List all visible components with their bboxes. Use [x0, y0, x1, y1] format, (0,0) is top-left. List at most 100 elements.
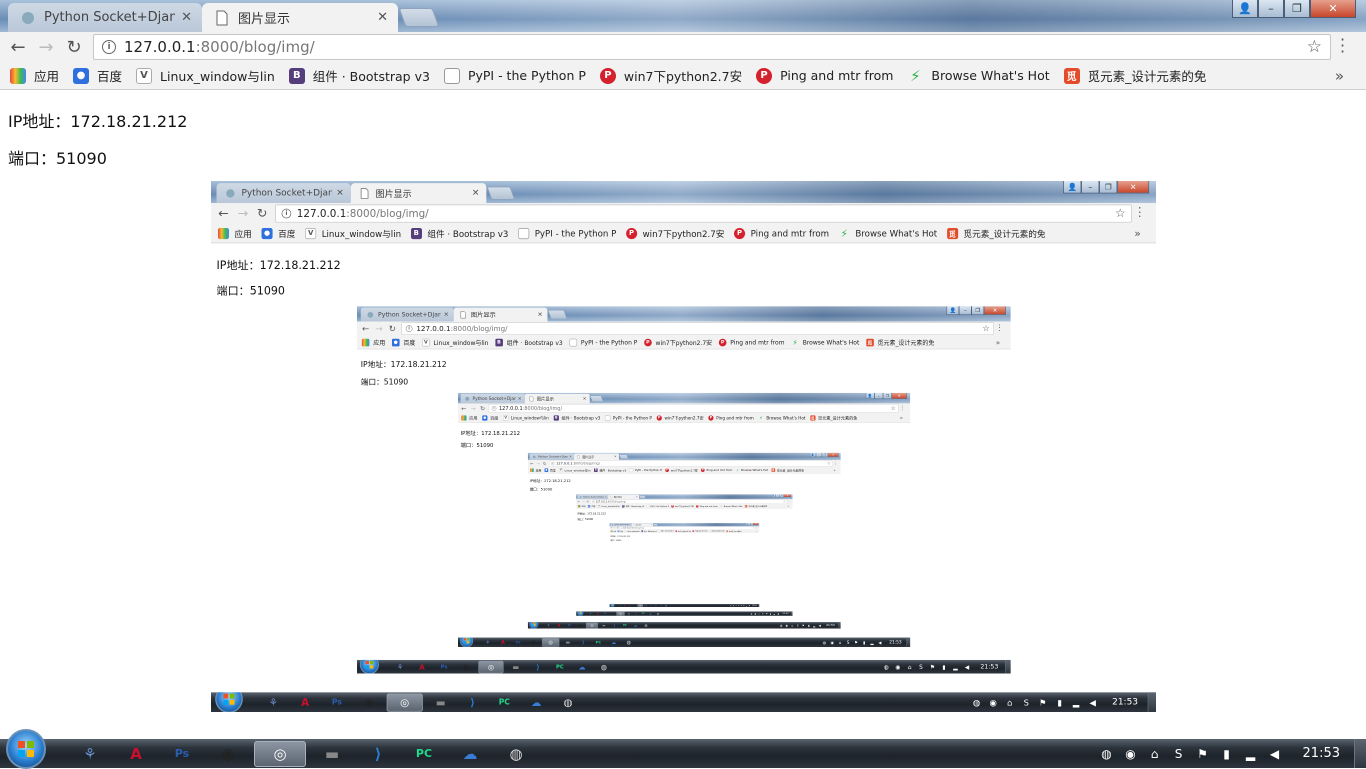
- bookmark-bootstrap: B 组件 · Bootstrap v3: [495, 337, 563, 348]
- bookmark-star-icon: ☆: [783, 500, 786, 504]
- globe-icon: ◍: [884, 663, 890, 671]
- media-icon[interactable]: ◍: [496, 741, 536, 767]
- flag-icon[interactable]: ⚑: [1193, 744, 1213, 764]
- terminal-icon: ▬: [565, 639, 571, 646]
- forward-arrow-icon[interactable]: →: [32, 33, 60, 61]
- bookmark-label: Browse What's Hot: [802, 338, 860, 346]
- bookmark-linux-window[interactable]: V Linux_window与lin: [136, 65, 275, 87]
- bookmark-label: 组件 · Bootstrap v3: [312, 69, 430, 84]
- new-tab-button[interactable]: [398, 8, 440, 27]
- tab-python-socket[interactable]: Python Socket+Django ✕: [8, 3, 202, 32]
- bookmark-baidu[interactable]: ● 百度: [73, 65, 122, 87]
- bookmark-label: Linux_window与lin: [564, 468, 591, 473]
- start-button[interactable]: [6, 728, 46, 769]
- bookmark-mi-yuansu: 觅 觅元素_设计元素的免: [946, 226, 1046, 241]
- baidu-netdisk-icon[interactable]: ☁: [450, 741, 490, 767]
- chrome-icon: ◎: [386, 693, 423, 712]
- tab-close-icon[interactable]: ✕: [181, 10, 192, 25]
- vscode-icon[interactable]: ⟩: [358, 741, 398, 767]
- tab-title: 图片显示: [536, 396, 554, 402]
- page-icon: [658, 530, 660, 533]
- bookmark-linux-window: V Linux_window与lin: [305, 226, 401, 241]
- volume-icon[interactable]: ◀: [1265, 744, 1285, 764]
- minimize-button[interactable]: –: [1258, 0, 1284, 18]
- system-tray: ◍ ◉ ⌂ S ⚑ ▮ ▂ ◀ 21:53: [881, 659, 1011, 674]
- bookmark-label: 组件 · Bootstrap v3: [599, 468, 627, 473]
- photoshop-icon[interactable]: Ps: [162, 741, 202, 767]
- volume-icon: ◀: [1089, 697, 1096, 708]
- bookmark-ping-mtr[interactable]: P Ping and mtr from: [756, 65, 893, 87]
- bookmark-bootstrap[interactable]: B 组件 · Bootstrap v3: [288, 65, 430, 87]
- tray-icons: ◍ ◉ ⌂ S ⚑ ▮ ▂ ◀: [968, 695, 1101, 709]
- acrobat-icon[interactable]: A: [116, 741, 156, 767]
- bookmark-baidu: ● 百度: [261, 226, 295, 241]
- bookmark-label: 百度: [403, 339, 416, 347]
- media-icon: ◍: [665, 604, 667, 607]
- bookmark-page-icon: V: [597, 504, 601, 508]
- info-icon: i: [281, 208, 292, 219]
- info-icon: i: [405, 325, 413, 333]
- chrome-icon[interactable]: ◎: [254, 740, 306, 767]
- mi-icon: 觅: [744, 504, 748, 508]
- clock[interactable]: 21:53: [1303, 746, 1340, 761]
- globe-icon[interactable]: ◍: [1097, 744, 1117, 764]
- show-desktop-button[interactable]: [1354, 739, 1366, 768]
- terminal-icon[interactable]: ▬: [312, 741, 352, 767]
- show-desktop-button: [1147, 692, 1156, 712]
- info-icon[interactable]: i: [102, 40, 116, 54]
- people-icon: ⚘: [396, 662, 404, 672]
- bookmark-apps[interactable]: 应用: [10, 65, 59, 87]
- pycharm-icon[interactable]: PC: [404, 741, 444, 767]
- user-icon[interactable]: 👤: [1232, 0, 1258, 18]
- menu-dots-icon: · · ·: [901, 402, 904, 414]
- maximize-button[interactable]: ❐: [1284, 0, 1310, 18]
- bookmark-label: 觅元素_设计元素的免: [776, 468, 805, 473]
- page-icon: [629, 468, 634, 472]
- chrome-icon: ◎: [478, 660, 504, 674]
- bookmark-pypi[interactable]: PyPI - the Python P: [443, 65, 586, 87]
- bookmark-mi-yuansu[interactable]: 觅 觅元素_设计元素的免: [1063, 65, 1206, 87]
- menu-dots-icon: · · ·: [788, 498, 790, 504]
- network-icon[interactable]: ⌂: [1145, 744, 1165, 764]
- menu-dots-icon[interactable]: · · ·: [1340, 32, 1345, 60]
- bookmark-win7-python[interactable]: P win7下python2.7安: [599, 65, 742, 87]
- bookmark-label: 觅元素_设计元素的免: [877, 339, 935, 347]
- info-icon: i: [551, 461, 555, 466]
- show-desktop-button: [757, 603, 760, 608]
- qq-tray-icon[interactable]: ◉: [1121, 744, 1141, 764]
- p-icon: P: [626, 227, 638, 239]
- address-bar[interactable]: i 127.0.0.1:8000/blog/img/ ☆: [93, 34, 1331, 60]
- bookmark-label: Linux_window与lin: [433, 339, 489, 347]
- nested-screenshot-image: [633, 543, 737, 601]
- close-button[interactable]: ✕: [1310, 0, 1356, 18]
- bookmarks-overflow-icon[interactable]: »: [1335, 67, 1344, 85]
- address-bar: i 127.0.0.1:8000/blog/img/ ☆: [549, 460, 833, 467]
- sogou-icon[interactable]: S: [1169, 744, 1189, 764]
- signal-icon[interactable]: ▂: [1241, 744, 1261, 764]
- info-icon: i: [592, 500, 595, 503]
- url-host: 127.0.0.1: [124, 38, 196, 56]
- reload-icon[interactable]: ↻: [60, 33, 88, 61]
- tab-close-icon: ✕: [650, 524, 653, 526]
- flag-icon: ⚑: [802, 623, 805, 627]
- browser-toolbar: ← → ↻ i 127.0.0.1:8000/blog/img/ ☆ · · ·: [356, 321, 1011, 336]
- tab-image-display[interactable]: 图片显示 ✕: [202, 3, 398, 32]
- info-icon: i: [620, 527, 623, 529]
- tab-close-icon[interactable]: ✕: [377, 10, 388, 25]
- bookmark-label: 应用: [234, 228, 252, 240]
- recursive-screenshot: Python Socket+Django ✕ 图片显示 ✕ 👤 – ❐ ✕ ← …: [211, 181, 1156, 712]
- page-icon: [604, 415, 611, 421]
- mi-icon: 觅: [810, 415, 816, 421]
- back-arrow-icon[interactable]: ←: [4, 33, 32, 61]
- qq-icon[interactable]: ◉: [208, 741, 248, 767]
- nested-screen-level: Python Socket+Django ✕ 图片显示 ✕ 👤 – ❐ ✕ ← …: [576, 494, 793, 616]
- bootstrap-icon: B: [593, 468, 598, 472]
- bookmark-browse-hot[interactable]: ⚡ Browse What's Hot: [907, 65, 1049, 87]
- menu-dots-icon: · · ·: [1138, 201, 1142, 224]
- bookmark-label: 组件 · Bootstrap v3: [561, 415, 601, 421]
- bookmark-star-icon[interactable]: ☆: [1307, 37, 1322, 57]
- window-controls: 👤 – ❐ ✕: [1232, 0, 1356, 18]
- people-icon[interactable]: ⚘: [70, 741, 110, 767]
- baidu-paw-icon: ●: [587, 504, 591, 508]
- usb-icon[interactable]: ▮: [1217, 744, 1237, 764]
